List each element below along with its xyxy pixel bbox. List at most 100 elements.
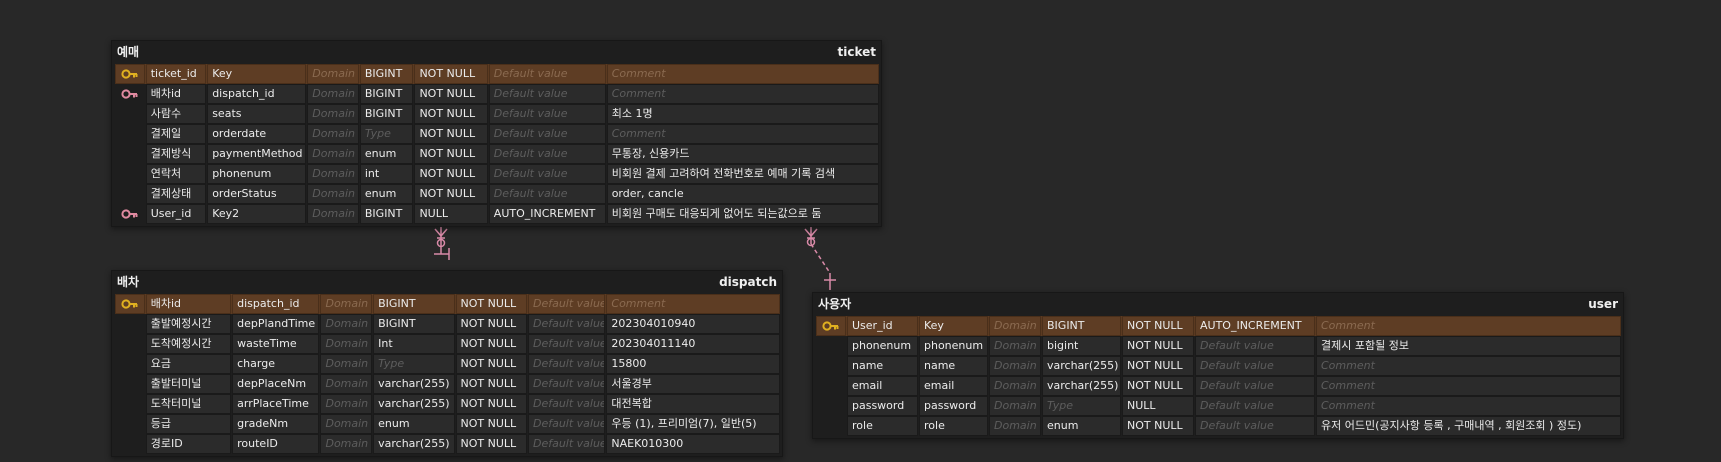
null-cell[interactable]: NOT NULL: [414, 164, 488, 184]
data-type-cell[interactable]: Type: [359, 124, 414, 144]
data-type-cell[interactable]: varchar(255): [1042, 356, 1121, 376]
default-cell[interactable]: Default value: [488, 124, 606, 144]
domain-cell[interactable]: Domain: [320, 394, 373, 414]
column-row[interactable]: User_id Key2 Domain BIGINT NULL AUTO_INCREMEN…: [115, 204, 880, 224]
domain-cell[interactable]: Domain: [307, 184, 359, 204]
domain-cell[interactable]: Domain: [307, 144, 359, 164]
comment-cell[interactable]: 대전복합: [606, 394, 780, 414]
data-type-cell[interactable]: enum: [373, 414, 455, 434]
domain-cell[interactable]: Domain: [989, 316, 1041, 336]
default-cell[interactable]: Default value: [488, 84, 606, 104]
column-row[interactable]: 결제상태 orderStatus Domain enum NOT NULL Default…: [115, 184, 880, 204]
column-row[interactable]: 출발터미널 depPlaceNm Domain varchar(255) NOT NUL…: [115, 374, 780, 394]
domain-cell[interactable]: Domain: [989, 396, 1041, 416]
logical-name-cell[interactable]: 결제상태: [145, 184, 207, 204]
default-cell[interactable]: Default value: [488, 164, 606, 184]
comment-cell[interactable]: 결제시 포함될 정보: [1316, 336, 1621, 356]
default-cell[interactable]: Default value: [527, 414, 606, 434]
domain-cell[interactable]: Domain: [307, 104, 359, 124]
physical-name-cell[interactable]: phonenum: [207, 164, 307, 184]
data-type-cell[interactable]: BIGINT: [359, 84, 414, 104]
entity-user[interactable]: 사용자 user User_id Key Domain BIGINT NOT NULL A…: [812, 292, 1624, 439]
column-row[interactable]: 배차id dispatch_id Domain BIGINT NOT NULL Defau…: [115, 294, 780, 314]
entity-header[interactable]: 사용자 user: [813, 293, 1623, 314]
physical-name-cell[interactable]: depPlandTime: [232, 314, 320, 334]
physical-name-cell[interactable]: phonenum: [919, 336, 988, 356]
data-type-cell[interactable]: BIGINT: [359, 204, 414, 224]
default-cell[interactable]: Default value: [527, 394, 606, 414]
logical-name-cell[interactable]: 결제일: [145, 124, 207, 144]
comment-cell[interactable]: 202304010940: [606, 314, 780, 334]
domain-cell[interactable]: Domain: [320, 414, 373, 434]
logical-name-cell[interactable]: ticket_id: [145, 64, 207, 84]
default-cell[interactable]: Default value: [527, 434, 606, 454]
data-type-cell[interactable]: BIGINT: [373, 314, 455, 334]
logical-name-cell[interactable]: 결제방식: [145, 144, 207, 164]
null-cell[interactable]: NOT NULL: [414, 184, 488, 204]
domain-cell[interactable]: Domain: [320, 434, 373, 454]
data-type-cell[interactable]: enum: [359, 184, 414, 204]
domain-cell[interactable]: Domain: [307, 84, 359, 104]
column-row[interactable]: ticket_id Key Domain BIGINT NOT NULL Default …: [115, 64, 880, 84]
domain-cell[interactable]: Domain: [307, 204, 359, 224]
null-cell[interactable]: NOT NULL: [455, 294, 527, 314]
default-cell[interactable]: Default value: [527, 294, 606, 314]
logical-name-cell[interactable]: 출발예정시간: [145, 314, 232, 334]
physical-name-cell[interactable]: role: [919, 416, 988, 436]
data-type-cell[interactable]: Int: [373, 334, 455, 354]
domain-cell[interactable]: Domain: [307, 64, 359, 84]
domain-cell[interactable]: Domain: [320, 334, 373, 354]
comment-cell[interactable]: 우등 (1), 프리미엄(7), 일반(5): [606, 414, 780, 434]
null-cell[interactable]: NOT NULL: [1122, 416, 1194, 436]
column-row[interactable]: phonenum phonenum Domain bigint NOT NULL Defa…: [816, 336, 1621, 356]
column-row[interactable]: 배차id dispatch_id Domain BIGINT NOT NULL Defau…: [115, 84, 880, 104]
null-cell[interactable]: NULL: [414, 204, 488, 224]
column-row[interactable]: 결제일 orderdate Domain Type NOT NULL Default va…: [115, 124, 880, 144]
domain-cell[interactable]: Domain: [989, 336, 1041, 356]
data-type-cell[interactable]: varchar(255): [373, 434, 455, 454]
null-cell[interactable]: NOT NULL: [1122, 356, 1194, 376]
logical-name-cell[interactable]: name: [847, 356, 918, 376]
data-type-cell[interactable]: enum: [359, 144, 414, 164]
column-row[interactable]: 도착터미널 arrPlaceTime Domain varchar(255) NOT N…: [115, 394, 780, 414]
data-type-cell[interactable]: Type: [1042, 396, 1121, 416]
comment-cell[interactable]: Comment: [606, 294, 780, 314]
physical-name-cell[interactable]: wasteTime: [232, 334, 320, 354]
domain-cell[interactable]: Domain: [989, 356, 1041, 376]
logical-name-cell[interactable]: password: [847, 396, 918, 416]
column-row[interactable]: 사람수 seats Domain BIGINT NOT NULL Default valu…: [115, 104, 880, 124]
data-type-cell[interactable]: BIGINT: [1042, 316, 1121, 336]
comment-cell[interactable]: 비회원 구매도 대응되게 없어도 되는값으로 둠: [606, 204, 880, 224]
logical-name-cell[interactable]: 등급: [145, 414, 232, 434]
domain-cell[interactable]: Domain: [320, 374, 373, 394]
logical-name-cell[interactable]: User_id: [847, 316, 918, 336]
entity-dispatch[interactable]: 배차 dispatch 배차id dispatch_id Domain BIGINT N…: [111, 270, 783, 457]
default-cell[interactable]: Default value: [488, 144, 606, 164]
column-row[interactable]: role role Domain enum NOT NULL Default value 유…: [816, 416, 1621, 436]
comment-cell[interactable]: NAEK010300: [606, 434, 780, 454]
logical-name-cell[interactable]: 연락처: [145, 164, 207, 184]
comment-cell[interactable]: Comment: [1316, 316, 1621, 336]
data-type-cell[interactable]: bigint: [1042, 336, 1121, 356]
comment-cell[interactable]: order, cancle: [606, 184, 880, 204]
column-row[interactable]: name name Domain varchar(255) NOT NULL Defaul…: [816, 356, 1621, 376]
default-cell[interactable]: Default value: [488, 184, 606, 204]
domain-cell[interactable]: Domain: [307, 124, 359, 144]
data-type-cell[interactable]: Type: [373, 354, 455, 374]
logical-name-cell[interactable]: User_id: [145, 204, 207, 224]
null-cell[interactable]: NOT NULL: [455, 394, 527, 414]
domain-cell[interactable]: Domain: [307, 164, 359, 184]
entity-header[interactable]: 예매 ticket: [112, 41, 881, 62]
data-type-cell[interactable]: varchar(255): [1042, 376, 1121, 396]
physical-name-cell[interactable]: email: [919, 376, 988, 396]
null-cell[interactable]: NOT NULL: [1122, 316, 1194, 336]
default-cell[interactable]: Default value: [1195, 336, 1315, 356]
data-type-cell[interactable]: varchar(255): [373, 374, 455, 394]
entity-header[interactable]: 배차 dispatch: [112, 271, 782, 292]
logical-name-cell[interactable]: role: [847, 416, 918, 436]
entity-ticket[interactable]: 예매 ticket ticket_id Key Domain BIGINT NOT NU…: [111, 40, 882, 227]
logical-name-cell[interactable]: 도착예정시간: [145, 334, 232, 354]
physical-name-cell[interactable]: password: [919, 396, 988, 416]
domain-cell[interactable]: Domain: [320, 354, 373, 374]
column-row[interactable]: 경로ID routeID Domain varchar(255) NOT NULL Def…: [115, 434, 780, 454]
